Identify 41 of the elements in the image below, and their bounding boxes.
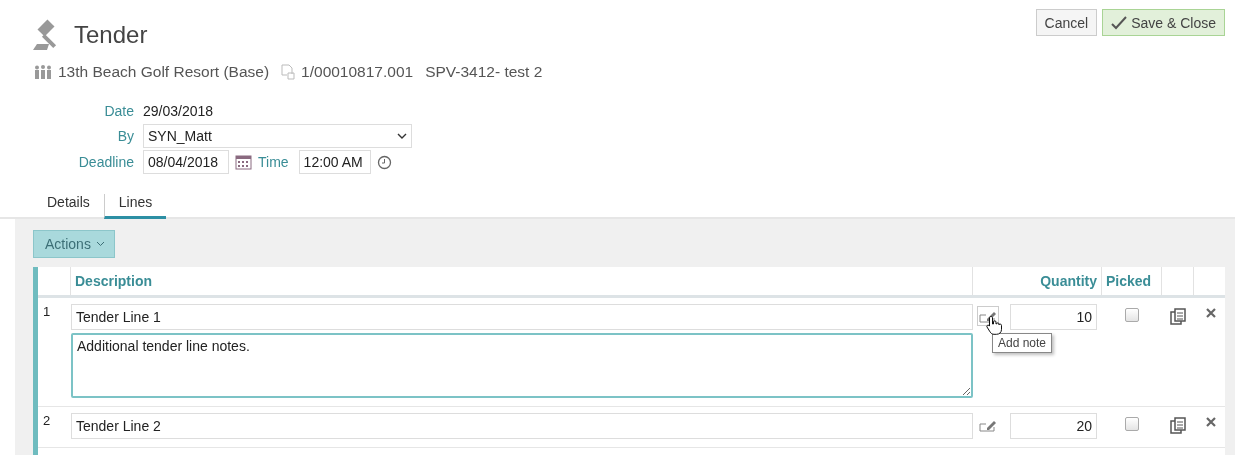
picked-checkbox[interactable] — [1125, 417, 1139, 431]
reference-number: 1/00010817.001 — [301, 63, 414, 81]
actions-button[interactable]: Actions — [33, 230, 115, 258]
copy-icon[interactable] — [1169, 417, 1187, 434]
description-field[interactable]: Tender Line 2 — [71, 413, 973, 439]
people-icon — [34, 65, 52, 79]
picked-checkbox[interactable] — [1125, 308, 1139, 322]
by-label: By — [116, 128, 134, 144]
quantity-field[interactable]: 10 — [1010, 304, 1097, 330]
date-label: Date — [103, 103, 134, 119]
clock-icon[interactable] — [376, 154, 392, 170]
deadline-field[interactable]: 08/04/2018 — [143, 150, 229, 174]
quantity-field[interactable]: 20 — [1010, 413, 1097, 439]
time-label: Time — [258, 154, 289, 170]
cancel-button[interactable]: Cancel — [1035, 9, 1098, 36]
copy-icon[interactable] — [1169, 308, 1187, 325]
tooltip: Add note — [992, 333, 1053, 353]
tab[interactable]: Details — [33, 194, 104, 219]
deadline-label: Deadline — [77, 154, 134, 170]
time-field[interactable]: 12:00 AM — [298, 150, 371, 174]
notes-field[interactable]: Additional tender line notes. — [71, 333, 973, 398]
column-header: Quantity — [1007, 267, 1102, 295]
page-title: Tender — [74, 21, 148, 49]
description-field[interactable]: Tender Line 1 — [71, 304, 973, 330]
chevron-down-icon — [397, 133, 407, 139]
by-dropdown[interactable]: SYN_Matt — [143, 124, 412, 148]
row-number: 2 — [42, 413, 52, 430]
checkmark-icon — [1111, 15, 1128, 30]
date-value: 29/03/2018 — [143, 102, 215, 121]
row-number: 1 — [42, 304, 52, 321]
location-text: 13th Beach Golf Resort (Base) — [58, 63, 270, 81]
document-icon — [281, 64, 296, 80]
delete-icon[interactable] — [1205, 308, 1216, 318]
chevron-down-icon — [95, 241, 105, 247]
column-header: Description — [71, 267, 973, 295]
project-name: SPV-3412- test 2 — [425, 63, 543, 81]
calendar-icon[interactable] — [235, 154, 252, 170]
save-close-button[interactable]: Save & Close — [1102, 9, 1225, 36]
hand-cursor-icon — [986, 315, 1002, 335]
column-header: Picked — [1102, 267, 1162, 295]
delete-icon[interactable] — [1205, 417, 1216, 427]
